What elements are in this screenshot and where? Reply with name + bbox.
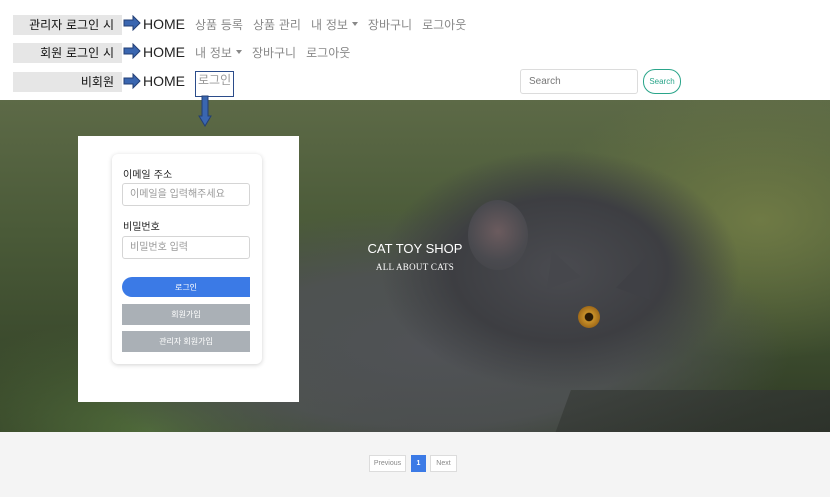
nav-guest: HOME 로그인	[143, 71, 235, 97]
pagination-next[interactable]: Next	[430, 455, 457, 472]
row-label-admin: 관리자 로그인 시	[13, 15, 122, 35]
nav-member: HOME 내 정보 장바구니 로그아웃	[143, 41, 350, 63]
nav-product-register[interactable]: 상품 등록	[195, 16, 243, 33]
nav-cart[interactable]: 장바구니	[252, 44, 296, 61]
nav-home-link[interactable]: HOME	[143, 44, 185, 60]
search-input[interactable]	[520, 69, 638, 94]
arrow-down-icon	[198, 95, 212, 127]
pagination-page-1[interactable]: 1	[411, 455, 426, 472]
password-input[interactable]	[122, 236, 250, 259]
admin-signup-button[interactable]: 관리자 회원가입	[122, 331, 250, 352]
cat-paw-decoration	[468, 200, 528, 270]
cat-eye-decoration	[578, 306, 600, 328]
row-label-member: 회원 로그인 시	[13, 43, 122, 63]
pagination-previous[interactable]: Previous	[369, 455, 406, 472]
nav-product-manage[interactable]: 상품 관리	[253, 16, 301, 33]
search-button[interactable]: Search	[643, 69, 681, 94]
ground-decoration	[549, 390, 830, 432]
password-label: 비밀번호	[123, 222, 160, 233]
email-label: 이메일 주소	[123, 170, 173, 181]
signup-button[interactable]: 회원가입	[122, 304, 250, 325]
nav-my-info-dropdown[interactable]: 내 정보	[311, 16, 358, 33]
nav-home-link[interactable]: HOME	[143, 16, 185, 32]
caret-down-icon	[351, 22, 358, 26]
nav-logout[interactable]: 로그아웃	[422, 16, 466, 33]
login-button[interactable]: 로그인	[122, 277, 250, 297]
arrow-right-icon	[123, 73, 141, 89]
cat-ear-decoration	[616, 250, 664, 300]
arrow-right-icon	[123, 43, 141, 59]
email-input[interactable]	[122, 183, 250, 206]
nav-logout[interactable]: 로그아웃	[306, 44, 350, 61]
arrow-right-icon	[123, 15, 141, 31]
row-label-guest: 비회원	[13, 72, 122, 92]
caret-down-icon	[235, 50, 242, 54]
nav-my-info-label: 내 정보	[195, 45, 232, 60]
nav-admin: HOME 상품 등록 상품 관리 내 정보 장바구니 로그아웃	[143, 13, 466, 35]
nav-my-info-label: 내 정보	[310, 17, 348, 32]
nav-my-info-dropdown[interactable]: 내 정보	[195, 44, 242, 61]
nav-home-link[interactable]: HOME	[143, 73, 185, 89]
nav-login-link[interactable]: 로그인	[195, 71, 235, 97]
nav-cart[interactable]: 장바구니	[368, 16, 412, 33]
